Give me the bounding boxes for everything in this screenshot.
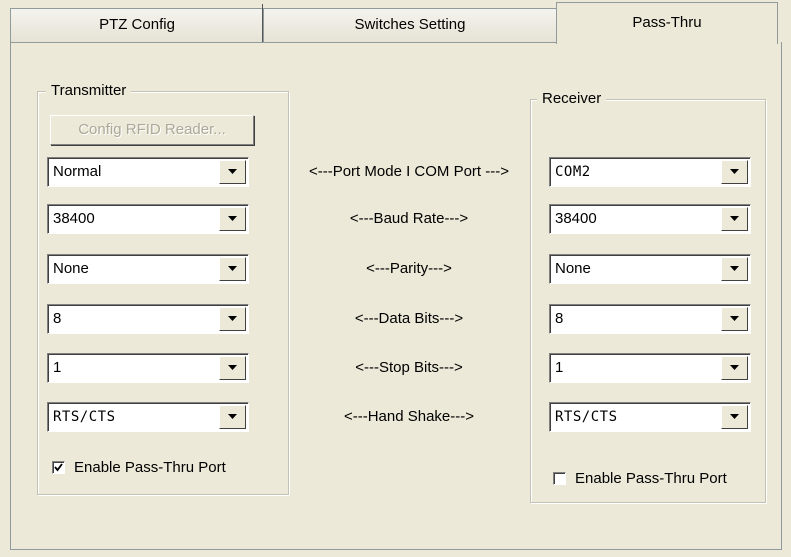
port-mode-label: <---Port Mode I COM Port ---> xyxy=(308,163,510,180)
rx-stop-bits-value: 1 xyxy=(555,359,564,376)
rx-parity-value: None xyxy=(555,260,591,277)
tx-port-mode-select[interactable]: Normal xyxy=(47,157,249,187)
chevron-down-icon xyxy=(228,414,237,419)
rx-com-port-value: COM2 xyxy=(555,164,591,180)
tx-stop-bits-select[interactable]: 1 xyxy=(47,353,249,383)
tx-enable-checkbox-box[interactable] xyxy=(52,461,65,474)
chevron-down-icon xyxy=(228,266,237,271)
chevron-down-icon xyxy=(730,414,739,419)
transmitter-title: Transmitter xyxy=(46,82,132,100)
rx-parity-dropdown-button[interactable] xyxy=(721,257,748,281)
rx-data-bits-dropdown-button[interactable] xyxy=(721,307,748,331)
tx-port-mode-dropdown-button[interactable] xyxy=(219,160,246,184)
rx-enable-checkbox-box[interactable] xyxy=(553,472,566,485)
tx-stop-bits-value: 1 xyxy=(53,359,62,376)
rx-com-port-dropdown-button[interactable] xyxy=(721,160,748,184)
rx-hand-shake-dropdown-button[interactable] xyxy=(721,405,748,429)
receiver-title: Receiver xyxy=(537,90,607,108)
tab-pass-thru[interactable]: Pass-Thru xyxy=(556,2,778,44)
parity-label: <---Parity---> xyxy=(366,260,452,277)
tx-parity-select[interactable]: None xyxy=(47,254,249,284)
tx-hand-shake-value: RTS/CTS xyxy=(53,409,116,425)
tx-port-mode-value: Normal xyxy=(53,163,102,180)
config-rfid-reader-button[interactable]: Config RFID Reader... xyxy=(50,115,254,145)
rx-baud-rate-dropdown-button[interactable] xyxy=(721,207,748,231)
tab-divider xyxy=(262,4,263,42)
chevron-down-icon xyxy=(730,316,739,321)
rx-stop-bits-dropdown-button[interactable] xyxy=(721,356,748,380)
chevron-down-icon xyxy=(228,365,237,370)
rx-stop-bits-select[interactable]: 1 xyxy=(549,353,751,383)
tx-baud-rate-value: 38400 xyxy=(53,210,95,227)
rx-hand-shake-select[interactable]: RTS/CTS xyxy=(549,402,751,432)
tx-parity-value: None xyxy=(53,260,89,277)
stop-bits-label: <---Stop Bits---> xyxy=(355,359,463,376)
rx-baud-rate-value: 38400 xyxy=(555,210,597,227)
tab-baseline xyxy=(10,42,557,43)
tx-data-bits-dropdown-button[interactable] xyxy=(219,307,246,331)
tx-enable-label: Enable Pass-Thru Port xyxy=(74,459,226,476)
chevron-down-icon xyxy=(228,316,237,321)
tx-baud-rate-dropdown-button[interactable] xyxy=(219,207,246,231)
rx-data-bits-value: 8 xyxy=(555,310,564,327)
chevron-down-icon xyxy=(730,266,739,271)
rx-hand-shake-value: RTS/CTS xyxy=(555,409,618,425)
tx-data-bits-value: 8 xyxy=(53,310,62,327)
chevron-down-icon xyxy=(730,365,739,370)
tx-baud-rate-select[interactable]: 38400 xyxy=(47,204,249,234)
tx-stop-bits-dropdown-button[interactable] xyxy=(219,356,246,380)
data-bits-label: <---Data Bits---> xyxy=(354,310,464,327)
hand-shake-label: <---Hand Shake---> xyxy=(343,408,475,425)
rx-enable-label: Enable Pass-Thru Port xyxy=(575,470,727,487)
transmitter-group: Transmitter xyxy=(37,82,289,495)
rx-data-bits-select[interactable]: 8 xyxy=(549,304,751,334)
tx-hand-shake-select[interactable]: RTS/CTS xyxy=(47,402,249,432)
chevron-down-icon xyxy=(228,169,237,174)
pass-thru-dialog: PTZ Config Switches Setting Pass-Thru Tr… xyxy=(0,0,791,557)
tx-data-bits-select[interactable]: 8 xyxy=(47,304,249,334)
checkmark-icon xyxy=(54,463,63,472)
chevron-down-icon xyxy=(730,169,739,174)
tab-switches-setting[interactable]: Switches Setting xyxy=(263,8,557,42)
tab-ptz-config[interactable]: PTZ Config xyxy=(10,8,264,42)
rx-parity-select[interactable]: None xyxy=(549,254,751,284)
rx-baud-rate-select[interactable]: 38400 xyxy=(549,204,751,234)
tx-hand-shake-dropdown-button[interactable] xyxy=(219,405,246,429)
chevron-down-icon xyxy=(730,216,739,221)
baud-rate-label: <---Baud Rate---> xyxy=(349,210,469,227)
rx-com-port-select[interactable]: COM2 xyxy=(549,157,751,187)
tx-parity-dropdown-button[interactable] xyxy=(219,257,246,281)
chevron-down-icon xyxy=(228,216,237,221)
